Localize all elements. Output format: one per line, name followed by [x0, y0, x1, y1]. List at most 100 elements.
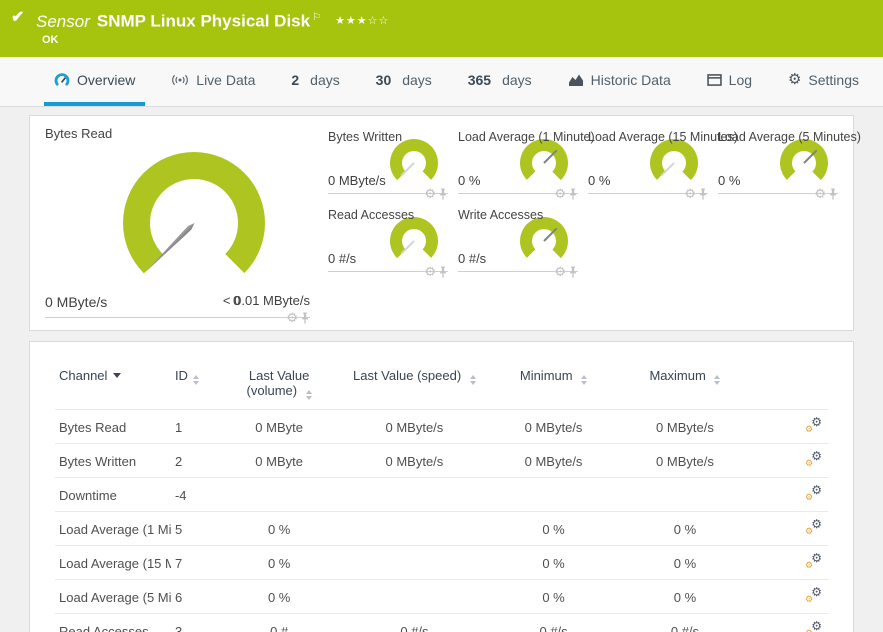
gear-icon[interactable]: ⚙ — [424, 266, 436, 279]
channels-table: Channel ID Last Value (volume) Last Valu… — [55, 358, 828, 632]
gear-icon: ⚙ — [787, 70, 802, 88]
cell-last-speed: 0 #/s — [325, 613, 504, 632]
cell-minimum: 0 MByte/s — [503, 409, 604, 444]
cell-minimum: 0 MByte/s — [503, 443, 604, 478]
sort-icon — [581, 375, 588, 385]
small-gauges-grid: Bytes Written 0 MByte/s ⚙ Load Average (1 M… — [328, 126, 861, 320]
gauge-label: Write Accesses — [458, 208, 544, 222]
column-header-id[interactable]: ID — [171, 358, 233, 410]
cell-maximum: 0 % — [603, 545, 767, 580]
tab-live-data[interactable]: Live Data — [161, 57, 265, 106]
tile-icons: ⚙ — [424, 266, 448, 279]
tab-365-days[interactable]: 365 days — [458, 57, 542, 106]
gear-icon[interactable]: ⚙ — [286, 312, 298, 325]
pin-icon[interactable] — [568, 266, 578, 279]
tile-icons: ⚙ — [424, 188, 448, 201]
column-header-maximum[interactable]: Maximum — [604, 358, 766, 410]
column-header-last-volume[interactable]: Last Value (volume) — [233, 358, 326, 410]
table-row[interactable]: Bytes Written 2 0 MByte 0 MByte/s 0 MByte/s 0… — [55, 443, 828, 478]
gauge-dial — [390, 139, 438, 187]
gear-icon[interactable]: ⚙ — [814, 188, 826, 201]
tab-settings[interactable]: ⚙ Settings — [778, 57, 869, 106]
edit-channel-icon[interactable]: ⚙⚙ — [805, 415, 822, 435]
pin-icon[interactable] — [698, 188, 708, 201]
flag-icon[interactable]: ⚐ — [312, 12, 321, 23]
tab-historic-data[interactable]: Historic Data — [558, 57, 681, 106]
edit-channel-icon[interactable]: ⚙⚙ — [805, 619, 822, 632]
gear-icon[interactable]: ⚙ — [684, 188, 696, 201]
cell-id: 2 — [170, 443, 233, 478]
cell-minimum: 0 % — [503, 579, 604, 614]
edit-channel-icon[interactable]: ⚙⚙ — [805, 483, 822, 503]
edit-channel-icon[interactable]: ⚙⚙ — [805, 517, 822, 537]
cell-id: 6 — [170, 579, 233, 614]
gauge-icon — [54, 72, 70, 86]
table-row[interactable]: Load Average (15 Mi...70 %0 %0 %⚙⚙ — [55, 545, 828, 580]
tile-icons: ⚙ — [554, 188, 578, 201]
tile-icons: ⚙ — [684, 188, 708, 201]
gauge-value: 0 % — [588, 173, 611, 188]
gauge-value: 0 MByte/s — [328, 173, 386, 188]
gauge-label: Bytes Read — [45, 126, 113, 141]
table-row[interactable]: Read Accesses30 #0 #/s0 #/s0 #/s⚙⚙ — [55, 613, 828, 632]
cell-last-speed: 0 MByte/s — [325, 443, 504, 478]
tab-30-days[interactable]: 30 days — [366, 57, 442, 106]
cell-last-volume: 0 MByte — [232, 443, 326, 478]
sort-desc-icon — [113, 373, 122, 378]
table-row[interactable]: Bytes Read 1 0 MByte 0 MByte/s 0 MByte/s 0 MB… — [55, 409, 828, 444]
gauge-label: Load Average (15 Minutes) — [588, 130, 738, 144]
priority-stars[interactable]: ★★★☆☆ — [335, 15, 389, 27]
gauge-value: 0 #/s — [458, 251, 487, 266]
cell-maximum: 0 MByte/s — [603, 409, 767, 444]
cell-channel: Load Average (1 Min... — [55, 511, 171, 546]
cell-last-volume — [232, 477, 326, 512]
pin-icon[interactable] — [438, 188, 448, 201]
cell-channel: Load Average (5 Min... — [55, 579, 171, 614]
sensor-tabbar: Overview Live Data 2 days 30 days 365 days … — [0, 57, 883, 107]
edit-channel-icon[interactable]: ⚙⚙ — [805, 585, 822, 605]
gear-icon[interactable]: ⚙ — [554, 188, 566, 201]
gauges-panel: Bytes Read 0 < 0.01 MByte/s 0 MByte/s ⚙ … — [29, 115, 861, 331]
pin-icon[interactable] — [828, 188, 838, 201]
object-kind-label: Sensor — [36, 11, 90, 31]
cell-maximum — [603, 477, 767, 512]
edit-channel-icon[interactable]: ⚙⚙ — [805, 551, 822, 571]
gauge-ring — [123, 152, 265, 294]
cell-minimum: 0 % — [503, 545, 604, 580]
cell-last-speed — [325, 545, 504, 580]
gauge-value: 0 % — [718, 173, 741, 188]
cell-last-volume: 0 MByte — [232, 409, 326, 444]
gauge-tile-load-average-1-minute: Load Average (1 Minute) 0 % ⚙ — [458, 126, 595, 201]
cell-last-speed — [325, 511, 504, 546]
cell-id: 3 — [170, 613, 233, 632]
gear-icon[interactable]: ⚙ — [424, 188, 436, 201]
gear-icon[interactable]: ⚙ — [554, 266, 566, 279]
table-row[interactable]: Downtime -4 ⚙ ⚙ — [55, 477, 828, 512]
cell-last-speed — [325, 477, 504, 512]
edit-channel-icon[interactable]: ⚙⚙ — [805, 449, 822, 469]
sort-icon — [469, 375, 476, 385]
pin-icon[interactable] — [568, 188, 578, 201]
tab-overview[interactable]: Overview — [44, 57, 146, 106]
column-header-channel[interactable]: Channel — [55, 358, 171, 410]
tile-icons: ⚙ — [286, 312, 310, 325]
column-header-minimum[interactable]: Minimum — [503, 358, 603, 410]
broadcast-icon — [172, 74, 189, 85]
window-icon — [706, 73, 722, 86]
tile-icons: ⚙ — [814, 188, 838, 201]
cell-minimum: 0 #/s — [503, 613, 604, 632]
pin-icon[interactable] — [438, 266, 448, 279]
channels-panel: Channel ID Last Value (volume) Last Valu… — [29, 341, 854, 632]
table-row[interactable]: Load Average (5 Min...60 %0 %0 %⚙⚙ — [55, 579, 828, 614]
cell-last-speed — [325, 579, 504, 614]
gauge-dial — [650, 139, 698, 187]
tab-2-days[interactable]: 2 days — [281, 57, 349, 106]
cell-minimum — [503, 477, 604, 512]
column-header-last-speed[interactable]: Last Value (speed) — [326, 358, 504, 410]
gauge-dial — [520, 139, 568, 187]
pin-icon[interactable] — [300, 312, 310, 325]
gauge-label: Load Average (1 Minute) — [458, 130, 595, 144]
table-row[interactable]: Load Average (1 Min...50 %0 %0 %⚙⚙ — [55, 511, 828, 546]
cell-channel: Downtime — [55, 477, 171, 512]
tab-log[interactable]: Log — [697, 57, 762, 106]
